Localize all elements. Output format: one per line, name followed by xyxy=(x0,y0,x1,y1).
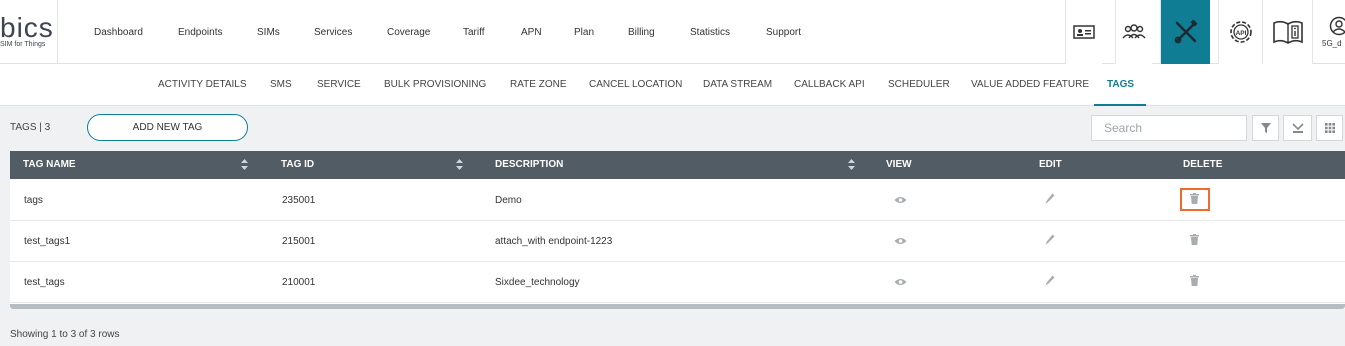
cell-tag-id: 215001 xyxy=(282,236,316,247)
tab-rate-zone[interactable]: RATE ZONE xyxy=(510,79,566,90)
view-eye-icon[interactable] xyxy=(894,196,907,204)
edit-pencil-icon[interactable] xyxy=(1045,275,1055,286)
delete-trash-icon[interactable] xyxy=(1190,275,1199,286)
contact-card-button[interactable] xyxy=(1065,0,1102,64)
active-tab-indicator xyxy=(1094,104,1146,106)
cell-description: Sixdee_technology xyxy=(495,277,580,288)
nav-tariff[interactable]: Tariff xyxy=(463,27,485,38)
tab-activity-details[interactable]: ACTIVITY DETAILS xyxy=(158,79,247,90)
nav-sims[interactable]: SIMs xyxy=(257,27,280,38)
tab-service[interactable]: SERVICE xyxy=(317,79,361,90)
cell-tag-name: test_tags1 xyxy=(24,236,71,247)
export-icon xyxy=(1291,122,1304,133)
filter-button[interactable] xyxy=(1252,115,1279,141)
table-row: tags 235001 Demo xyxy=(10,180,1345,221)
delete-trash-icon[interactable] xyxy=(1190,234,1199,245)
header-description[interactable]: DESCRIPTION xyxy=(495,159,563,170)
filter-icon xyxy=(1260,123,1271,133)
tags-count-label: TAGS | 3 xyxy=(10,122,51,133)
tools-icon xyxy=(1174,19,1198,44)
cell-tag-name: tags xyxy=(24,195,43,206)
sort-icon[interactable] xyxy=(456,159,463,170)
cell-description: Demo xyxy=(495,195,522,206)
search-input[interactable] xyxy=(1091,115,1247,141)
nav-dashboard[interactable]: Dashboard xyxy=(94,27,143,38)
table-row: test_tags 210001 Sixdee_technology xyxy=(10,262,1345,303)
user-menu[interactable]: 5G_d xyxy=(1312,0,1345,64)
avatar-icon xyxy=(1329,16,1345,36)
tab-data-stream[interactable]: DATA STREAM xyxy=(703,79,772,90)
tab-scheduler[interactable]: SCHEDULER xyxy=(888,79,950,90)
edit-pencil-icon[interactable] xyxy=(1045,193,1055,204)
view-eye-icon[interactable] xyxy=(894,237,907,245)
columns-grid-icon xyxy=(1324,123,1335,133)
view-eye-icon[interactable] xyxy=(894,278,907,286)
tags-table: TAG NAME TAG ID DESCRIPTION VIEW EDIT DE… xyxy=(10,151,1345,309)
manual-button[interactable] xyxy=(1262,0,1312,64)
table-header: TAG NAME TAG ID DESCRIPTION VIEW EDIT DE… xyxy=(10,151,1345,179)
users-group-icon xyxy=(1122,24,1146,39)
manual-book-icon xyxy=(1272,20,1303,44)
horizontal-scrollbar[interactable] xyxy=(10,304,1345,309)
cell-tag-name: test_tags xyxy=(24,277,65,288)
add-new-tag-button[interactable]: ADD NEW TAG xyxy=(87,114,248,141)
contact-card-icon xyxy=(1073,25,1095,39)
cell-tag-id: 210001 xyxy=(282,277,316,288)
nav-apn[interactable]: APN xyxy=(521,27,542,38)
header-view: VIEW xyxy=(886,159,912,170)
tab-callback-api[interactable]: CALLBACK API xyxy=(794,79,865,90)
header-delete: DELETE xyxy=(1183,159,1223,170)
cell-tag-id: 235001 xyxy=(282,195,316,206)
edit-pencil-icon[interactable] xyxy=(1045,234,1055,245)
sub-tab-bar: ACTIVITY DETAILS SMS SERVICE BULK PROVIS… xyxy=(0,64,1345,106)
tools-button[interactable] xyxy=(1160,0,1210,64)
header-tag-name[interactable]: TAG NAME xyxy=(23,159,76,170)
export-button[interactable] xyxy=(1283,115,1312,141)
bics-logo[interactable]: bics SIM for Things xyxy=(0,0,58,64)
nav-services[interactable]: Services xyxy=(314,27,352,38)
api-settings-button[interactable]: API xyxy=(1218,0,1262,64)
table-row: test_tags1 215001 attach_with endpoint-1… xyxy=(10,221,1345,262)
pagination-summary: Showing 1 to 3 of 3 rows xyxy=(10,329,120,340)
header-tag-id[interactable]: TAG ID xyxy=(281,159,314,170)
nav-billing[interactable]: Billing xyxy=(628,27,655,38)
nav-plan[interactable]: Plan xyxy=(574,27,594,38)
nav-endpoints[interactable]: Endpoints xyxy=(178,27,222,38)
sort-icon[interactable] xyxy=(241,159,248,170)
tab-sms[interactable]: SMS xyxy=(270,79,292,90)
cell-description: attach_with endpoint-1223 xyxy=(495,236,613,247)
tab-tags[interactable]: TAGS xyxy=(1107,79,1134,90)
api-gear-icon: API xyxy=(1229,21,1252,43)
nav-support[interactable]: Support xyxy=(766,27,801,38)
tab-bulk-provisioning[interactable]: BULK PROVISIONING xyxy=(384,79,486,90)
logo-tagline: SIM for Things xyxy=(0,41,46,48)
sort-icon[interactable] xyxy=(848,159,855,170)
top-navigation: bics SIM for Things Dashboard Endpoints … xyxy=(0,0,1345,64)
user-name: 5G_d xyxy=(1322,39,1342,48)
columns-button[interactable] xyxy=(1316,115,1343,141)
delete-trash-icon[interactable] xyxy=(1190,193,1199,204)
nav-statistics[interactable]: Statistics xyxy=(690,27,730,38)
tab-value-added-feature[interactable]: VALUE ADDED FEATURE xyxy=(971,79,1089,90)
header-edit: EDIT xyxy=(1039,159,1062,170)
users-group-button[interactable] xyxy=(1115,0,1152,64)
logo-text: bics xyxy=(0,12,54,43)
svg-text:API: API xyxy=(1235,30,1246,37)
tab-cancel-location[interactable]: CANCEL LOCATION xyxy=(589,79,682,90)
nav-coverage[interactable]: Coverage xyxy=(387,27,430,38)
